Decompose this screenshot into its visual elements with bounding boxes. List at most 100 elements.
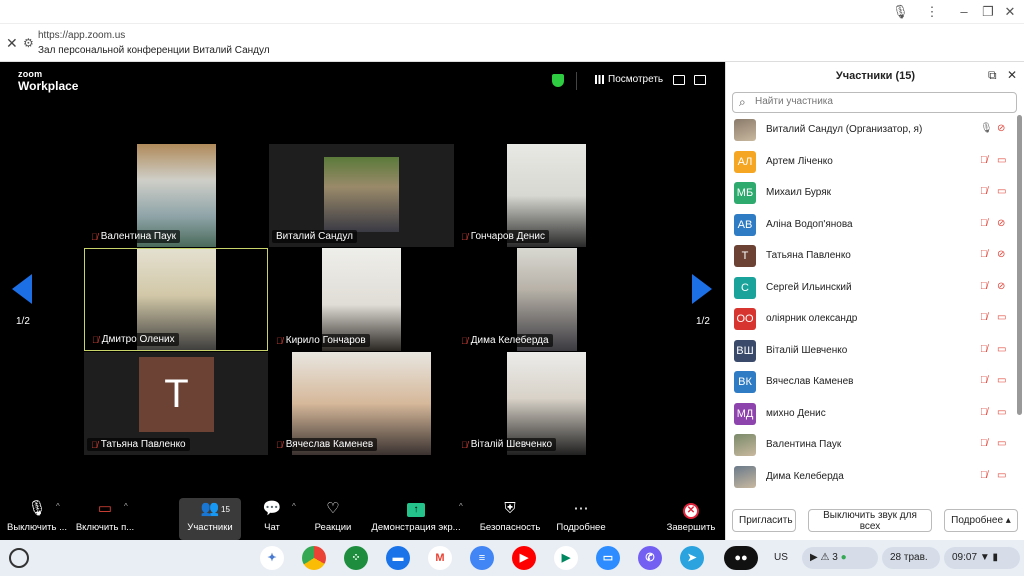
encryption-shield-icon[interactable] <box>552 74 564 87</box>
mic-muted-icon[interactable]: 🎙̸ <box>980 375 988 386</box>
chat-options-chevron-icon[interactable]: ^ <box>292 502 296 511</box>
camera-off-icon[interactable]: ⊘ <box>997 281 1005 292</box>
notification-tray[interactable]: ▶ ⚠ 3 ● <box>802 547 878 569</box>
input-language[interactable]: US <box>774 552 788 563</box>
video-tile[interactable]: 🎙̸ Вячеслав Каменев <box>269 352 454 455</box>
files-icon[interactable]: ▬ <box>386 546 410 570</box>
viber-icon[interactable]: ✆ <box>638 546 662 570</box>
share-screen-button[interactable]: ↑ Демонстрация экр... <box>370 498 462 540</box>
microphone-icon[interactable]: 🎙 <box>980 123 993 134</box>
mic-muted-icon[interactable]: 🎙̸ <box>980 249 988 260</box>
chat-button[interactable]: 💬 Чат <box>252 498 292 540</box>
search-input[interactable] <box>755 96 1010 107</box>
camera-icon[interactable]: ▭ <box>997 344 1006 355</box>
camera-icon[interactable]: ▭ <box>997 186 1006 197</box>
panel-more-button[interactable]: Подробнее ▴ <box>944 509 1018 532</box>
security-label: Безопасность <box>479 522 541 533</box>
video-tile[interactable]: 🎙̸ Віталій Шевченко <box>454 352 639 455</box>
mic-muted-icon[interactable]: 🎙̸ <box>980 312 988 323</box>
video-tile[interactable]: 🎙̸ Гончаров Денис <box>454 144 639 247</box>
camera-icon[interactable]: ▭ <box>997 470 1006 481</box>
end-meeting-button[interactable]: ✕ Завершить <box>664 498 718 540</box>
participant-row[interactable]: Виталий Сандул (Организатор, я) 🎙 ⊘ <box>726 115 1018 146</box>
participant-row[interactable]: АЛ Артем Ліченко 🎙̸ ▭ <box>726 147 1018 178</box>
camera-icon[interactable]: ▭ <box>997 312 1006 323</box>
assistant-icon[interactable]: ✦ <box>260 546 284 570</box>
microphone-icon[interactable]: 🎙 <box>892 4 909 20</box>
launcher-icon[interactable] <box>9 548 29 568</box>
participant-search[interactable]: ⌕ <box>732 92 1017 113</box>
mute-all-button[interactable]: Выключить звук для всех <box>808 509 932 532</box>
camera-off-icon[interactable]: ⊘ <box>997 249 1005 260</box>
mic-muted-icon[interactable]: 🎙̸ <box>980 407 988 418</box>
participant-avatar <box>734 434 756 456</box>
more-button[interactable]: ⋯ Подробнее <box>556 498 606 540</box>
video-tile[interactable]: 🎙̸ Кирило Гончаров <box>269 248 454 351</box>
gmail-icon[interactable]: M <box>428 546 452 570</box>
status-tray[interactable]: 09:07 ▼ ▮ <box>944 547 1020 569</box>
participants-button[interactable]: 👥 Участники <box>179 498 241 540</box>
mic-muted-icon[interactable]: 🎙̸ <box>980 438 988 449</box>
url-text[interactable]: https://app.zoom.us <box>38 30 125 41</box>
telegram-icon[interactable]: ➤ <box>680 546 704 570</box>
participant-row[interactable]: Т Татьяна Павленко 🎙̸ ⊘ <box>726 241 1018 272</box>
next-page-arrow-icon[interactable] <box>692 274 712 304</box>
kebab-menu-icon[interactable]: ⋮ <box>924 4 940 20</box>
audio-options-chevron-icon[interactable]: ^ <box>56 502 60 511</box>
tile-name-bar: 🎙̸ Валентина Паук <box>87 230 180 243</box>
participant-row[interactable]: ВШ Віталій Шевченко 🎙̸ ▭ <box>726 336 1018 367</box>
mic-muted-icon[interactable]: 🎙̸ <box>980 281 988 292</box>
participant-row[interactable]: МБ Михаил Буряк 🎙̸ ▭ <box>726 178 1018 209</box>
close-panel-icon[interactable]: ✕ <box>1007 68 1017 82</box>
video-tile-active-speaker[interactable]: 🎙̸ Дмитро Олених <box>84 248 268 351</box>
invite-button[interactable]: Пригласить <box>732 509 796 532</box>
video-tile[interactable]: Виталий Сандул <box>269 144 454 247</box>
scrollbar[interactable] <box>1017 115 1022 415</box>
zoom-logo: zoom Workplace <box>18 68 78 92</box>
camera-icon[interactable]: ▭ <box>997 438 1006 449</box>
site-settings-icon[interactable]: ⚙ <box>23 36 34 50</box>
camera-icon[interactable]: ▭ <box>997 407 1006 418</box>
video-app-icon[interactable]: ●● <box>724 546 758 570</box>
camera-off-icon[interactable]: ⊘ <box>997 218 1005 229</box>
mic-muted-icon[interactable]: 🎙̸ <box>980 186 988 197</box>
fullscreen-icon[interactable] <box>694 75 706 85</box>
play-store-icon[interactable]: ▶ <box>554 546 578 570</box>
mic-muted-icon[interactable]: 🎙̸ <box>980 470 988 481</box>
close-window-icon[interactable]: ✕ <box>1002 4 1018 20</box>
youtube-icon[interactable]: ▶ <box>512 546 536 570</box>
close-icon[interactable]: ✕ <box>6 35 18 52</box>
chrome-icon[interactable] <box>302 546 326 570</box>
participant-row[interactable]: МД михно Денис 🎙̸ ▭ <box>726 399 1018 430</box>
picture-in-picture-icon[interactable] <box>673 75 685 85</box>
video-tile[interactable]: 🎙̸ Валентина Паук <box>84 144 268 247</box>
video-options-chevron-icon[interactable]: ^ <box>124 502 128 511</box>
participant-row[interactable]: Валентина Паук 🎙̸ ▭ <box>726 430 1018 461</box>
popout-icon[interactable]: ⧉ <box>988 68 997 83</box>
mic-muted-icon[interactable]: 🎙̸ <box>980 344 988 355</box>
participant-row[interactable]: ВК Вячеслав Каменев 🎙̸ ▭ <box>726 367 1018 398</box>
mic-muted-icon[interactable]: 🎙̸ <box>980 218 988 229</box>
share-label: Демонстрация экр... <box>371 522 461 533</box>
docs-icon[interactable]: ≡ <box>470 546 494 570</box>
video-tile[interactable]: T 🎙̸ Татьяна Павленко <box>84 352 268 455</box>
apps-grid-icon[interactable]: ⁘ <box>344 546 368 570</box>
share-options-chevron-icon[interactable]: ^ <box>459 502 463 511</box>
zoom-icon[interactable]: ▭ <box>596 546 620 570</box>
date-display[interactable]: 28 трав. <box>882 547 940 569</box>
participant-row[interactable]: С Сергей Ильинский 🎙̸ ⊘ <box>726 273 1018 304</box>
camera-icon[interactable]: ▭ <box>997 155 1006 166</box>
reactions-button[interactable]: ♡ Реакции <box>310 498 356 540</box>
security-button[interactable]: ⛨ Безопасность <box>478 498 542 540</box>
minimize-icon[interactable]: – <box>956 4 972 20</box>
camera-icon[interactable]: ▭ <box>997 375 1006 386</box>
mic-muted-icon[interactable]: 🎙̸ <box>980 155 988 166</box>
view-button[interactable]: Посмотреть <box>595 74 663 85</box>
restore-icon[interactable]: ❐ <box>980 4 996 20</box>
video-tile[interactable]: 🎙̸ Дима Келеберда <box>454 248 639 351</box>
prev-page-arrow-icon[interactable] <box>12 274 32 304</box>
camera-off-icon[interactable]: ⊘ <box>997 123 1005 134</box>
participant-row[interactable]: ОО оліярник олександр 🎙̸ ▭ <box>726 304 1018 335</box>
participant-row[interactable]: Дима Келеберда 🎙̸ ▭ <box>726 462 1018 493</box>
participant-row[interactable]: АВ Аліна Водоп'янова 🎙̸ ⊘ <box>726 210 1018 241</box>
